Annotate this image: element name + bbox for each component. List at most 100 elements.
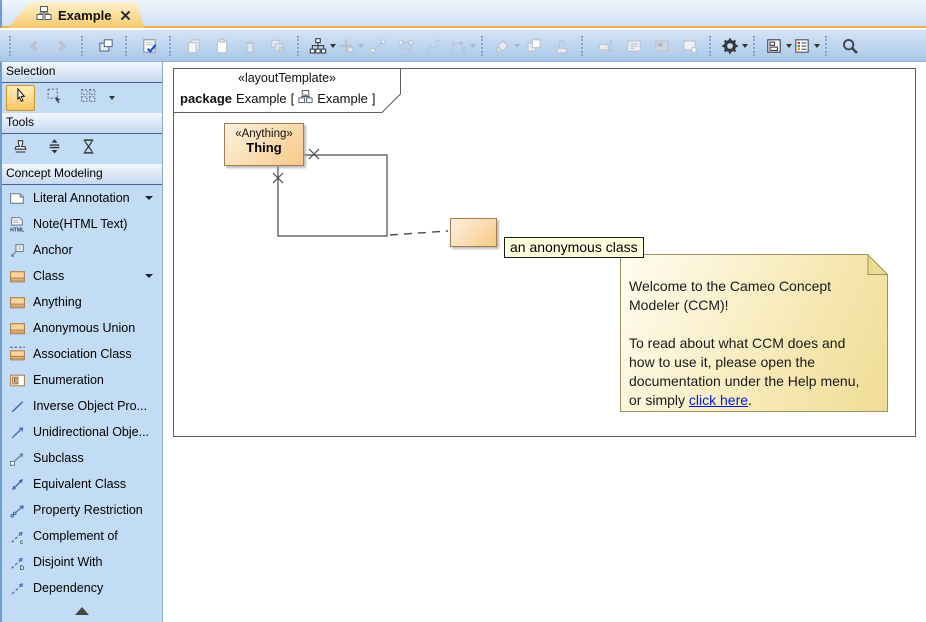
click-here-link[interactable]: click here <box>689 392 748 408</box>
palette-item-class[interactable]: Class <box>2 263 162 289</box>
settings-button[interactable] <box>721 33 747 58</box>
palette-sidebar: Selection Tools Concept Modeling Literal… <box>0 62 163 622</box>
close-icon[interactable] <box>119 9 132 22</box>
note-paragraph-2-period: . <box>748 392 752 408</box>
palette-item-list: Literal Annotation HTML Note(HTML Text) Anc… <box>2 185 162 601</box>
delete-from-diagram-button <box>265 33 291 58</box>
scroll-up-arrow-icon[interactable] <box>75 607 89 615</box>
dropdown-arrow-icon[interactable] <box>814 44 820 48</box>
palette-item-label: Enumeration <box>33 373 104 387</box>
class-box-icon <box>9 268 26 285</box>
tools-tool-row <box>2 134 162 164</box>
reroute-path-button <box>449 33 475 58</box>
palette-item-label: Equivalent Class <box>33 477 126 491</box>
copy-icon <box>185 37 203 55</box>
palette-item-enumeration[interactable]: E Enumeration <box>2 367 162 393</box>
palette-item-anonymous-union[interactable]: Anonymous Union <box>2 315 162 341</box>
palette-item-literal-annotation[interactable]: Literal Annotation <box>2 185 162 211</box>
trash-icon <box>241 37 259 55</box>
arrow-icon <box>9 424 26 441</box>
palette-item-label: Association Class <box>33 347 132 361</box>
zigzag-tool-icon <box>425 37 443 55</box>
related-elements-button[interactable] <box>93 33 119 58</box>
welcome-note[interactable]: Welcome to the Cameo Concept Modeler (CC… <box>620 254 888 412</box>
forward-arrow-icon <box>53 37 71 55</box>
dropdown-arrow-icon[interactable] <box>330 44 336 48</box>
legend-button[interactable] <box>793 33 819 58</box>
palette-item-label: Subclass <box>33 451 84 465</box>
frame-keyword: package <box>180 91 232 106</box>
palette-item-disjoint-with[interactable]: DDisjoint With <box>2 549 162 575</box>
toolbar-group-grip <box>481 36 486 56</box>
palette-item-note-html-text[interactable]: HTML Note(HTML Text) <box>2 211 162 237</box>
toolbar-group-grip <box>581 36 586 56</box>
tab-label: Example <box>58 8 111 23</box>
diagram-icon <box>36 5 52 26</box>
frame-stereotype: «layoutTemplate» <box>173 71 401 85</box>
palette-item-equivalent-class[interactable]: Equivalent Class <box>2 471 162 497</box>
complement-arrow-icon: c <box>9 528 26 545</box>
extents-tool-button[interactable] <box>74 136 103 162</box>
palette-item-subclass[interactable]: Subclass <box>2 445 162 471</box>
draw-path-button <box>393 33 419 58</box>
dropdown-arrow-icon[interactable] <box>742 44 748 48</box>
palette-item-label: Note(HTML Text) <box>33 217 127 231</box>
section-header-tools: Tools <box>2 113 162 134</box>
paste-button <box>209 33 235 58</box>
anonymous-class-shape[interactable] <box>450 218 497 247</box>
palette-item-anchor[interactable]: Anchor <box>2 237 162 263</box>
dropdown-arrow-icon[interactable] <box>786 44 792 48</box>
select-tool-button[interactable] <box>6 85 35 111</box>
delete-button <box>237 33 263 58</box>
html-note-icon: HTML <box>9 216 26 233</box>
palette-item-dependency[interactable]: Dependency <box>2 575 162 601</box>
palette-item-inverse-object-pro[interactable]: Inverse Object Pro... <box>2 393 162 419</box>
palette-item-label: Complement of <box>33 529 118 543</box>
quick-layout-button[interactable] <box>309 33 335 58</box>
diagram-overview-button[interactable] <box>765 33 791 58</box>
svg-text:E: E <box>14 377 18 384</box>
stamp-tool-button[interactable] <box>6 136 35 162</box>
palette-item-label: Anchor <box>33 243 73 257</box>
diagram-canvas[interactable]: «layoutTemplate» package Example [ Examp… <box>163 62 926 622</box>
diagram-icon <box>298 89 313 107</box>
group-select-tool-button[interactable] <box>74 85 103 111</box>
marquee-select-tool-button[interactable] <box>40 85 69 111</box>
dropdown-arrow-icon[interactable] <box>145 274 153 278</box>
validate-diagram-button[interactable] <box>137 33 163 58</box>
text-area-button <box>621 33 647 58</box>
palette-item-anything[interactable]: Anything <box>2 289 162 315</box>
palette-item-label: Class <box>33 269 64 283</box>
palette-item-property-restriction[interactable]: Property Restriction <box>2 497 162 523</box>
bring-to-front-button <box>521 33 547 58</box>
palette-item-complement-of[interactable]: c Complement of <box>2 523 162 549</box>
distribute-icon <box>46 138 63 160</box>
back-button <box>21 33 47 58</box>
main-toolbar <box>0 30 926 62</box>
search-button[interactable] <box>837 33 863 58</box>
inverse-line-icon <box>9 398 26 415</box>
image-shape-button <box>649 33 675 58</box>
frame-bracket-open: [ <box>291 91 295 106</box>
palette-item-association-class[interactable]: Association Class <box>2 341 162 367</box>
palette-item-label: Property Restriction <box>33 503 143 517</box>
thing-name: Thing <box>225 140 303 155</box>
palette-item-label: Anything <box>33 295 82 309</box>
class-shape-thing[interactable]: «Anything» Thing <box>224 123 304 166</box>
palette-item-unidirectional-obje[interactable]: Unidirectional Obje... <box>2 419 162 445</box>
dependency-arrow-icon <box>9 580 26 597</box>
cursor-icon <box>12 87 29 109</box>
note-paragraph-1: Welcome to the Cameo Concept Modeler (CC… <box>629 277 879 315</box>
diagram-check-icon <box>141 37 159 55</box>
class-box-icon <box>9 320 26 337</box>
dropdown-arrow-icon[interactable] <box>145 196 153 200</box>
search-icon <box>841 37 859 55</box>
association-class-icon <box>9 346 26 363</box>
align-icon <box>337 37 355 55</box>
dropdown-arrow-icon <box>470 44 476 48</box>
dropdown-arrow-icon[interactable] <box>109 96 115 100</box>
tab-example[interactable]: Example <box>8 2 144 28</box>
format-painter-icon <box>553 37 571 55</box>
distribute-tool-button[interactable] <box>40 136 69 162</box>
oblique-path-button <box>421 33 447 58</box>
